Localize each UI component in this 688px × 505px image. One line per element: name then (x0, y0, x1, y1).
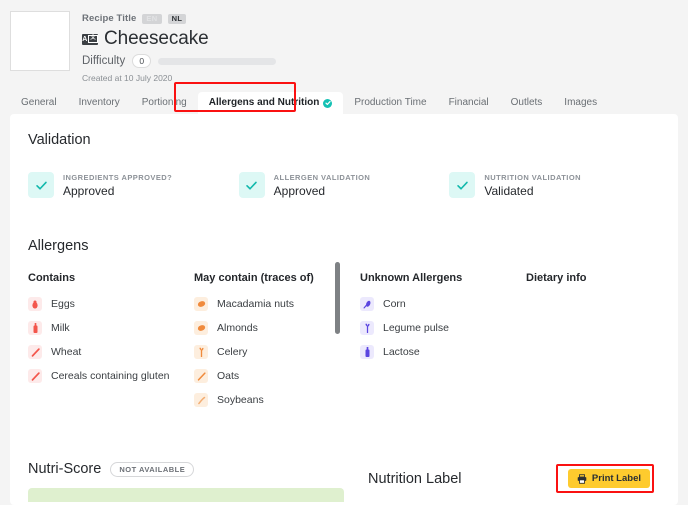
nutri-score-heading: Nutri-Score (28, 461, 102, 477)
allergen-column-contains: Contains Eggs Milk Wheat Cereals contain… (28, 272, 194, 412)
difficulty-bar (158, 57, 277, 65)
recipe-title-label: Recipe Title (82, 13, 137, 24)
allergen-name: Wheat (51, 346, 82, 358)
allergen-column-title: Contains (28, 272, 76, 284)
nutri-score-bar (28, 488, 344, 502)
check-icon (238, 172, 265, 198)
language-badge-en[interactable]: EN (142, 13, 162, 24)
soybean-icon (194, 393, 208, 407)
corn-icon (360, 297, 374, 311)
allergen-name: Celery (217, 346, 248, 358)
milk-bottle-icon (360, 345, 374, 359)
language-badge-nl[interactable]: NL (167, 13, 187, 24)
allergens-nutrition-card: Validation INGREDIENTS APPROVED? Approve… (10, 114, 678, 505)
page-title: Cheesecake (104, 28, 209, 49)
tab-general[interactable]: General (10, 92, 68, 114)
nutrition-label-section: Nutrition Label Print Label (368, 453, 660, 493)
validation-section: Validation INGREDIENTS APPROVED? Approve… (10, 114, 678, 198)
recipe-title-row: Recipe Title EN NL (82, 12, 276, 25)
wheat-icon (28, 345, 42, 359)
validation-label: ALLERGEN VALIDATION (273, 172, 371, 182)
validation-value: Approved (63, 183, 115, 198)
allergen-item: Celery (194, 340, 360, 364)
allergen-item: Milk (28, 316, 194, 340)
allergen-name: Corn (383, 298, 406, 310)
legume-icon (360, 321, 374, 335)
allergen-name: Eggs (51, 298, 75, 310)
validation-items: INGREDIENTS APPROVED? Approved ALLERGEN … (28, 172, 660, 198)
allergen-item: Corn (360, 292, 526, 316)
allergen-column-unknown: Unknown Allergens Corn Legume pulse Lact… (360, 272, 526, 412)
validation-item-ingredients-approved: INGREDIENTS APPROVED? Approved (28, 172, 239, 198)
difficulty-value: 0 (132, 54, 152, 68)
nut-icon (194, 297, 208, 311)
validation-value: Validated (484, 183, 534, 198)
tab-financial[interactable]: Financial (438, 92, 500, 114)
milk-bottle-icon (28, 321, 42, 335)
allergen-name: Cereals containing gluten (51, 370, 170, 382)
wheat-icon (28, 369, 42, 383)
egg-icon (28, 297, 42, 311)
allergen-name: Lactose (383, 346, 420, 358)
validation-label: INGREDIENTS APPROVED? (63, 172, 173, 182)
check-icon (28, 172, 54, 198)
recipe-header-info: Recipe Title EN NL A 文 Cheesecake Diffic… (82, 8, 277, 86)
allergen-item: Soybeans (194, 388, 360, 412)
oat-icon (194, 369, 208, 383)
validation-value: Approved (273, 183, 326, 198)
nut-icon (194, 321, 208, 335)
bottom-section: Nutri-Score NOT AVAILABLE Nutrition Labe… (10, 453, 678, 505)
allergen-columns: Contains Eggs Milk Wheat Cereals contain… (28, 272, 660, 412)
allergen-column-title: Dietary info (526, 272, 587, 284)
nutri-score-section: Nutri-Score NOT AVAILABLE (28, 453, 368, 502)
allergen-name: Almonds (217, 322, 258, 334)
nutrition-label-heading: Nutrition Label (368, 470, 462, 487)
validation-item-nutrition-validation: NUTRITION VALIDATION Validated (449, 172, 660, 198)
allergen-item: Cereals containing gluten (28, 364, 194, 388)
annotation-highlight-print-button (556, 464, 654, 493)
tab-outlets[interactable]: Outlets (500, 92, 554, 114)
difficulty-row: Difficulty 0 (82, 54, 277, 68)
tab-inventory[interactable]: Inventory (68, 92, 131, 114)
translate-icon: A 文 (82, 33, 98, 45)
tab-allergens-and-nutrition-label: Allergens and Nutrition (208, 97, 320, 108)
allergens-heading: Allergens (28, 238, 89, 254)
validation-heading: Validation (28, 132, 91, 148)
allergen-name: Legume pulse (383, 322, 449, 334)
page-header: Recipe Title EN NL A 文 Cheesecake Diffic… (0, 0, 688, 86)
allergen-name: Soybeans (217, 394, 264, 406)
validation-item-allergen-validation: ALLERGEN VALIDATION Approved (238, 172, 450, 198)
allergens-section: Allergens Contains Eggs Milk Wheat Cerea… (10, 238, 678, 412)
allergen-item: Wheat (28, 340, 194, 364)
tab-images[interactable]: Images (553, 92, 608, 114)
tab-allergens-and-nutrition[interactable]: Allergens and Nutrition (197, 92, 344, 114)
check-icon (449, 172, 476, 198)
nutri-score-header: Nutri-Score NOT AVAILABLE (28, 461, 368, 477)
translate-icon-letter: A (82, 35, 88, 43)
difficulty-label: Difficulty (82, 55, 126, 67)
nutri-score-badge: NOT AVAILABLE (110, 461, 195, 477)
allergen-item: Eggs (28, 292, 194, 316)
tab-portioning[interactable]: Portioning (131, 92, 198, 114)
recipe-thumbnail[interactable] (10, 11, 70, 71)
allergen-item: Legume pulse (360, 316, 526, 340)
created-at-text: Created at 10 July 2020 (82, 73, 173, 83)
allergen-column-title: Unknown Allergens (360, 272, 463, 284)
check-circle-icon (323, 98, 333, 108)
allergen-item: Oats (194, 364, 360, 388)
allergen-name: Macadamia nuts (217, 298, 295, 310)
recipe-title-main-row: A 文 Cheesecake (82, 28, 276, 50)
allergens-scrollbar[interactable] (335, 262, 340, 334)
allergen-name: Oats (217, 370, 240, 382)
allergen-name: Milk (51, 322, 70, 334)
celery-icon (194, 345, 208, 359)
allergen-column-dietary-info: Dietary info (526, 272, 678, 412)
validation-label: NUTRITION VALIDATION (484, 172, 581, 182)
tab-production-time[interactable]: Production Time (343, 92, 437, 114)
allergen-item: Lactose (360, 340, 526, 364)
translate-icon-glyph: 文 (88, 35, 98, 43)
tab-bar: General Inventory Portioning Allergens a… (0, 82, 688, 114)
